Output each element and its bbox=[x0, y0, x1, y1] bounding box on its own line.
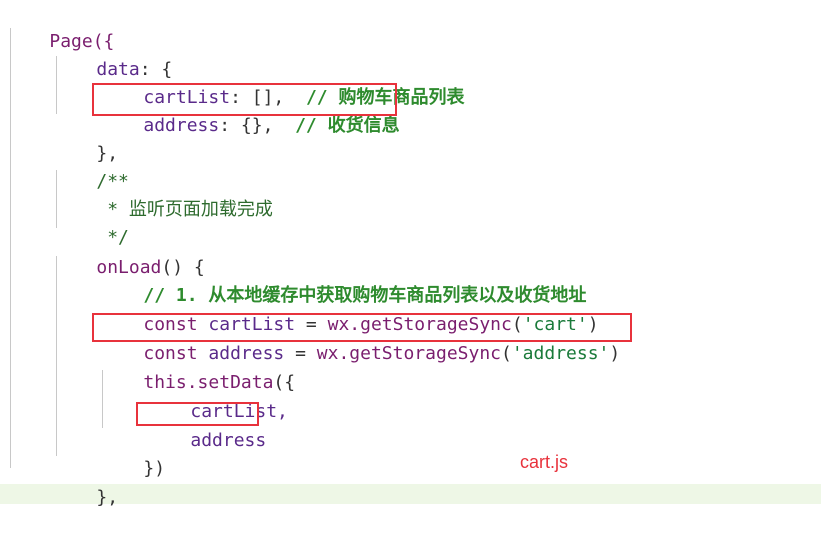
indent-guide bbox=[10, 28, 11, 468]
code-line: const cartList = wx.getStorageSync('cart… bbox=[100, 283, 598, 335]
code-line: cartList: [], // 购物车商品列表 bbox=[100, 56, 464, 108]
code-line: * 监听页面加载完成 bbox=[53, 168, 273, 220]
code-line: this.setData({ bbox=[100, 341, 295, 393]
code-line: /** bbox=[53, 140, 129, 192]
highlight-box-address-data bbox=[92, 83, 397, 116]
paren-close: ) bbox=[609, 343, 621, 364]
arg-address: address bbox=[190, 430, 267, 451]
highlight-box-address-const bbox=[92, 313, 632, 342]
paren-open: ( bbox=[501, 343, 512, 364]
address-string: 'address' bbox=[511, 343, 610, 364]
code-line: }, bbox=[53, 456, 118, 508]
file-caption: cart.js bbox=[520, 452, 569, 472]
code-line: cartList, bbox=[147, 370, 288, 422]
code-line: Page({ bbox=[6, 0, 114, 52]
code-line: }, bbox=[53, 112, 118, 164]
address-key: address bbox=[143, 115, 220, 136]
code-line: */ bbox=[53, 196, 129, 248]
code-line: onLoad() { bbox=[53, 226, 204, 278]
onload-close: }, bbox=[96, 487, 119, 508]
code-line: data: { bbox=[53, 28, 172, 80]
wx-object: wx. bbox=[316, 343, 350, 364]
code-line: }) bbox=[100, 427, 165, 479]
setdata-close: }) bbox=[143, 458, 166, 479]
current-line-highlight bbox=[0, 484, 821, 504]
getstoragesync-call: getStorageSync bbox=[349, 343, 501, 364]
address-value: : {}, bbox=[219, 115, 274, 136]
highlight-box-address-arg bbox=[136, 402, 259, 426]
address-comment: // 收货信息 bbox=[295, 115, 400, 136]
code-editor[interactable]: Page({ data: { cartList: [], // 购物车商品列表 … bbox=[0, 0, 821, 508]
code-line: // 1. 从本地缓存中获取购物车商品列表以及收货地址 bbox=[100, 254, 586, 306]
